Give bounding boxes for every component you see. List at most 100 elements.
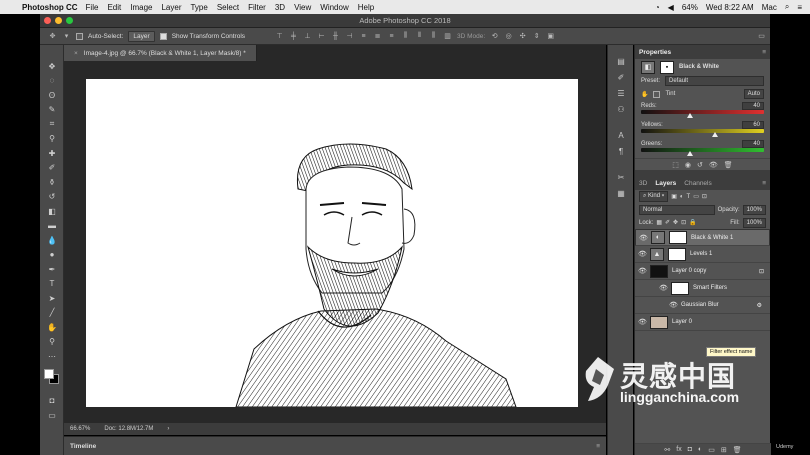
color-swatches[interactable] (40, 364, 64, 394)
layer-thumbnail[interactable] (650, 264, 668, 278)
eye-icon[interactable]: 👁 (659, 284, 668, 292)
smart-filters-row[interactable]: 👁 Smart Filters (635, 280, 770, 297)
filter-type-icon[interactable]: T (687, 194, 691, 200)
menu-select[interactable]: Select (217, 3, 239, 12)
volume-icon[interactable]: ◀ (668, 3, 674, 12)
align-bottom-icon[interactable]: ⊥ (303, 32, 312, 40)
distribute-middle-icon[interactable]: ≣ (373, 32, 382, 40)
brush-settings-icon[interactable]: ✐ (608, 69, 634, 85)
layer-name[interactable]: Levels 1 (690, 251, 712, 257)
lock-all-icon[interactable]: 🔒 (689, 219, 696, 226)
panel-menu-icon[interactable]: ≡ (762, 49, 766, 56)
clock[interactable]: Wed 8:22 AM (706, 3, 754, 12)
add-mask-icon[interactable]: ◘ (688, 446, 692, 453)
zoom-level[interactable]: 66.67% (70, 426, 90, 432)
path-select-icon[interactable]: ➤ (40, 291, 64, 306)
menu-window[interactable]: Window (320, 3, 348, 12)
targeted-adjust-icon[interactable]: ✋ (641, 91, 648, 98)
distribute-center-icon[interactable]: ⫴ (415, 32, 424, 40)
3d-drag-icon[interactable]: ✣ (518, 32, 527, 40)
visibility-icon[interactable]: 👁 (709, 161, 718, 169)
align-middle-icon[interactable]: ╪ (289, 33, 298, 40)
layer-name[interactable]: Smart Filters (693, 285, 727, 291)
mask-icon[interactable]: ▪ (660, 60, 674, 74)
layer-thumbnail[interactable] (650, 315, 668, 329)
info-panel-icon[interactable]: ▦ (608, 185, 634, 201)
filter-shape-icon[interactable]: ▭ (693, 193, 699, 200)
3d-rotate-icon[interactable]: ⟲ (490, 32, 499, 40)
timeline-menu-icon[interactable]: ≡ (596, 443, 600, 450)
gaussian-blur-row[interactable]: 👁 Gaussian Blur ⚙ (635, 297, 770, 314)
menu-image[interactable]: Image (130, 3, 152, 12)
3d-scale-icon[interactable]: ▣ (546, 32, 555, 40)
lock-pixels-icon[interactable]: ▦ (656, 219, 662, 226)
filter-pixel-icon[interactable]: ▣ (671, 193, 677, 200)
layer-row-levels[interactable]: 👁 ▲ Levels 1 (635, 246, 770, 263)
delete-layer-icon[interactable]: 🗑 (733, 446, 742, 454)
filter-mask-thumbnail[interactable] (671, 281, 689, 295)
document-tab[interactable]: × Image-4.jpg @ 66.7% (Black & White 1, … (64, 45, 257, 61)
gradient-tool-icon[interactable]: ▬ (40, 219, 64, 234)
type-tool-icon[interactable]: T (40, 277, 64, 292)
foreground-color-swatch[interactable] (44, 368, 54, 379)
image-canvas[interactable] (86, 79, 578, 407)
eye-icon[interactable]: 👁 (639, 234, 648, 242)
reds-slider-knob[interactable] (687, 113, 694, 118)
layers-menu-icon[interactable]: ≡ (762, 180, 766, 187)
lasso-tool-icon[interactable]: ʘ (40, 88, 64, 103)
3d-roll-icon[interactable]: ◎ (504, 32, 513, 40)
more-tools-icon[interactable]: ⋯ (40, 349, 64, 364)
show-transform-checkbox[interactable] (159, 32, 167, 40)
tab-3d[interactable]: 3D (639, 180, 647, 187)
paragraph-panel-icon[interactable]: ¶ (608, 143, 634, 159)
filter-smart-icon[interactable]: ⊡ (702, 193, 707, 200)
greens-slider[interactable] (641, 148, 764, 156)
battery-percent[interactable]: 64% (682, 3, 698, 12)
lock-paint-icon[interactable]: ✐ (665, 219, 670, 226)
layer-name[interactable]: Black & White 1 (691, 235, 733, 241)
yellows-value[interactable]: 60 (742, 120, 764, 129)
status-menu-icon[interactable]: › (167, 426, 169, 432)
clip-to-layer-icon[interactable]: ⬚ (672, 161, 679, 169)
properties-tab[interactable]: Properties (639, 49, 671, 56)
layer-row-layer0-copy[interactable]: 👁 Layer 0 copy ⊡ (635, 263, 770, 280)
auto-select-checkbox[interactable] (76, 32, 83, 40)
menu-file[interactable]: File (86, 3, 99, 12)
menu-type[interactable]: Type (190, 3, 207, 12)
app-menu[interactable]: Photoshop CC (22, 3, 78, 12)
hand-tool-icon[interactable]: ✋ (40, 320, 64, 335)
zoom-window-button[interactable] (66, 17, 73, 24)
view-previous-icon[interactable]: ◉ (685, 161, 691, 169)
eyedropper-tool-icon[interactable]: ⚲ (40, 132, 64, 147)
reds-value[interactable]: 40 (742, 101, 764, 110)
layer-mask-thumbnail[interactable] (668, 247, 686, 261)
close-tab-icon[interactable]: × (74, 50, 78, 57)
blend-mode-dropdown[interactable]: Normal (639, 204, 715, 215)
clone-source-icon[interactable]: ⚇ (608, 101, 634, 117)
delete-adjustment-icon[interactable]: 🗑 (724, 161, 733, 169)
menu-filter[interactable]: Filter (248, 3, 266, 12)
filter-blending-icon[interactable]: ⚙ (757, 302, 762, 309)
eye-icon[interactable]: 👁 (669, 301, 678, 309)
menu-3d[interactable]: 3D (275, 3, 285, 12)
reset-icon[interactable]: ↺ (697, 161, 703, 169)
layer-mask-thumbnail[interactable] (669, 231, 687, 244)
tab-channels[interactable]: Channels (684, 180, 711, 187)
zoom-tool-icon[interactable]: ⚲ (40, 335, 64, 350)
quick-select-tool-icon[interactable]: ✎ (40, 103, 64, 118)
healing-brush-icon[interactable]: ✚ (40, 146, 64, 161)
tool-presets-icon[interactable]: ✂ (608, 169, 634, 185)
align-left-icon[interactable]: ⊢ (317, 32, 326, 40)
greens-value[interactable]: 40 (742, 139, 764, 148)
screen-mode-icon[interactable]: ▭ (40, 408, 64, 423)
chevron-down-icon[interactable]: ▾ (62, 32, 71, 40)
search-icon[interactable]: ⌕ (785, 2, 789, 12)
clone-stamp-icon[interactable]: ⚱ (40, 175, 64, 190)
align-top-icon[interactable]: ⊤ (275, 32, 284, 40)
auto-select-dropdown[interactable]: Layer (128, 30, 155, 42)
new-adjustment-icon[interactable]: ◐ (698, 446, 702, 453)
new-group-icon[interactable]: ▭ (708, 446, 715, 454)
workspace-icon[interactable]: ▭ (757, 32, 766, 40)
align-center-icon[interactable]: ╫ (331, 33, 340, 40)
layer-name[interactable]: Gaussian Blur (681, 302, 719, 308)
